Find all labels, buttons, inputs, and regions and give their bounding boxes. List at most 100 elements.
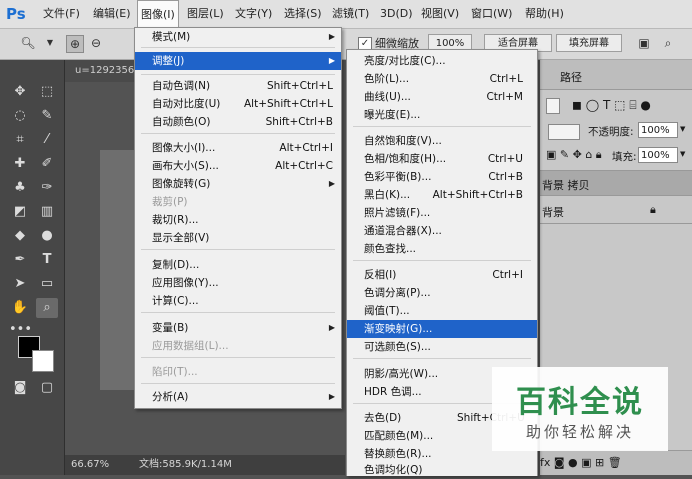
layer-filter-icons[interactable]: ◼ ◯ T ⬚ ⌸ ● (572, 98, 651, 113)
image-menu-item[interactable]: 画布大小(S)... Alt+Ctrl+C (135, 157, 341, 175)
watermark: 百科全说 助你轻松解决 (492, 367, 668, 451)
history-brush-icon[interactable]: ✑ (36, 178, 58, 198)
blur-tool-icon[interactable]: ◆ (9, 226, 31, 246)
hand-tool-icon[interactable]: ✋ (9, 298, 31, 318)
adjust-menu-item[interactable]: 反相(I) Ctrl+I (347, 266, 537, 284)
pen-tool-icon[interactable]: ✒ (9, 250, 31, 270)
fill-input[interactable]: 100% (638, 147, 678, 163)
image-menu-item[interactable]: 图像旋转(G) ▶ (135, 175, 341, 193)
adjust-menu-item[interactable]: 色相/饱和度(H)... Ctrl+U (347, 150, 537, 168)
quick-mask-icon[interactable]: ◙ (9, 378, 31, 398)
image-menu-item[interactable]: 自动对比度(U) Alt+Shift+Ctrl+L (135, 95, 341, 113)
adjust-menu-item[interactable]: 颜色查找... (347, 240, 537, 258)
workspace-icon[interactable]: ▣ (636, 35, 652, 51)
adjust-menu-item[interactable]: 曝光度(E)... (347, 106, 537, 124)
adjust-menu-item[interactable]: 黑白(K)... Alt+Shift+Ctrl+B (347, 186, 537, 204)
image-menu-item[interactable]: 模式(M) ▶ (135, 28, 341, 46)
image-menu-item: 裁剪(P) (152, 196, 188, 208)
menu-view[interactable]: 视图(V) (421, 0, 459, 28)
path-select-icon[interactable]: ➤ (9, 274, 31, 294)
watermark-subtitle: 助你轻松解决 (525, 423, 634, 441)
screen-mode-icon[interactable]: ▢ (36, 378, 58, 398)
menu-type[interactable]: 文字(Y) (235, 0, 272, 28)
adjust-menu-item[interactable]: 亮度/对比度(C)... (347, 52, 537, 70)
fill-label: 填充: (612, 151, 637, 163)
brush-tool-icon[interactable]: ✐ (36, 154, 58, 174)
document-tab[interactable]: u=1292356 (65, 60, 135, 82)
move-tool-icon[interactable]: ✥ (9, 82, 31, 102)
menu-layer[interactable]: 图层(L) (187, 0, 224, 28)
image-menu-item[interactable]: 分析(A) ▶ (135, 388, 341, 406)
image-menu-item[interactable]: 裁切(R)... (135, 211, 341, 229)
opacity-label: 不透明度: (588, 126, 634, 138)
adjust-menu-item[interactable]: 自然饱和度(V)... (347, 132, 537, 150)
zoom-in-icon[interactable]: ⊕ (66, 35, 84, 53)
lock-icons[interactable]: ▣ ✎ ✥ ⌂ 🔒︎ (546, 148, 602, 162)
image-menu-item[interactable]: 变量(B) ▶ (135, 319, 341, 337)
layer-footer-icons[interactable]: fx ◙ ● ▣ ⊞ 🗑︎ (540, 456, 622, 469)
lock-icon: 🔒︎ (650, 203, 656, 216)
image-menu-item[interactable]: 复制(D)... (135, 256, 341, 274)
menu-window[interactable]: 窗口(W) (471, 0, 512, 28)
app-logo: Ps (6, 5, 26, 23)
adjust-menu-item[interactable]: 色调分离(P)... (347, 284, 537, 302)
blend-mode-dropdown[interactable] (548, 124, 580, 140)
search-icon[interactable]: ⌕ (660, 35, 676, 51)
zoom-tool-icon[interactable]: 🔍︎ (20, 35, 36, 51)
layer-row[interactable]: 背景 拷贝 (540, 170, 692, 196)
menu-3d[interactable]: 3D(D) (380, 0, 413, 28)
adjust-menu-item[interactable]: 色阶(L)... Ctrl+L (347, 70, 537, 88)
adjust-menu-item[interactable]: 可选颜色(S)... (347, 338, 537, 356)
opacity-input[interactable]: 100% (638, 122, 678, 138)
menu-select[interactable]: 选择(S) (284, 0, 322, 28)
image-menu-item: 陷印(T)... (152, 366, 198, 378)
layer-row[interactable]: 背景 🔒︎ (540, 198, 692, 224)
crop-tool-icon[interactable]: ⌗ (9, 130, 31, 150)
image-menu-item[interactable]: 应用图像(Y)... (135, 274, 341, 292)
zoom-tool-icon[interactable]: ⌕ (36, 298, 58, 318)
filter-kind-dropdown[interactable] (546, 98, 560, 114)
adjust-menu-item[interactable]: 照片滤镜(F)... (347, 204, 537, 222)
gradient-tool-icon[interactable]: ▥ (36, 202, 58, 222)
lasso-tool-icon[interactable]: ◌ (9, 106, 31, 126)
menu-file[interactable]: 文件(F) (43, 0, 80, 28)
paths-tab[interactable]: 路径 (560, 69, 582, 85)
zoom-level[interactable]: 66.67% (71, 455, 109, 475)
clone-stamp-icon[interactable]: ♣ (9, 178, 31, 198)
menu-filter[interactable]: 滤镜(T) (332, 0, 369, 28)
adjust-menu-item[interactable]: 色调均化(Q) (347, 461, 537, 479)
rectangle-tool-icon[interactable]: ▭ (36, 274, 58, 294)
menu-image[interactable]: 图像(I) (137, 0, 179, 27)
adjust-menu-item[interactable]: 阈值(T)... (347, 302, 537, 320)
dropdown-arrow-icon[interactable]: ▼ (42, 35, 58, 51)
image-menu-item[interactable]: 显示全部(V) (135, 229, 341, 247)
type-tool-icon[interactable]: T (36, 250, 58, 270)
document-canvas[interactable] (100, 150, 135, 390)
opacity-dropdown-icon[interactable]: ▼ (680, 125, 685, 133)
fill-dropdown-icon[interactable]: ▼ (680, 150, 685, 158)
quick-select-tool-icon[interactable]: ✎ (36, 106, 58, 126)
image-menu-item-adjust[interactable]: 调整(J) ▶ (135, 52, 341, 70)
adjust-menu-item[interactable]: 色彩平衡(B)... Ctrl+B (347, 168, 537, 186)
layer-name: 背景 拷贝 (542, 179, 590, 192)
fill-screen-button[interactable]: 填充屏幕 (556, 34, 622, 52)
layer-name: 背景 (542, 206, 564, 219)
image-menu-item[interactable]: 自动颜色(O) Shift+Ctrl+B (135, 113, 341, 131)
zoom-out-icon[interactable]: ⊖ (88, 35, 104, 51)
image-menu-item[interactable]: 图像大小(I)... Alt+Ctrl+I (135, 139, 341, 157)
healing-brush-icon[interactable]: ✚ (9, 154, 31, 174)
marquee-tool-icon[interactable]: ⬚ (36, 82, 58, 102)
tools-panel: ✥ ⬚ ◌ ✎ ⌗ ⁄ ✚ ✐ ♣ ✑ ◩ ▥ ◆ ● ✒ T ➤ ▭ ✋ ⌕ … (0, 60, 65, 475)
dodge-tool-icon[interactable]: ● (36, 226, 58, 246)
menu-help[interactable]: 帮助(H) (525, 0, 564, 28)
eyedropper-tool-icon[interactable]: ⁄ (36, 130, 58, 150)
image-menu-item[interactable]: 自动色调(N) Shift+Ctrl+L (135, 77, 341, 95)
adjust-menu-item[interactable]: 曲线(U)... Ctrl+M (347, 88, 537, 106)
image-menu-item[interactable]: 计算(C)... (135, 292, 341, 310)
menu-edit[interactable]: 编辑(E) (93, 0, 131, 28)
adjust-menu-item-gradient-map[interactable]: 渐变映射(G)... (347, 320, 537, 338)
adjust-menu-item[interactable]: 通道混合器(X)... (347, 222, 537, 240)
watermark-title: 百科全说 (516, 385, 644, 420)
background-color-swatch[interactable] (32, 350, 54, 372)
eraser-tool-icon[interactable]: ◩ (9, 202, 31, 222)
